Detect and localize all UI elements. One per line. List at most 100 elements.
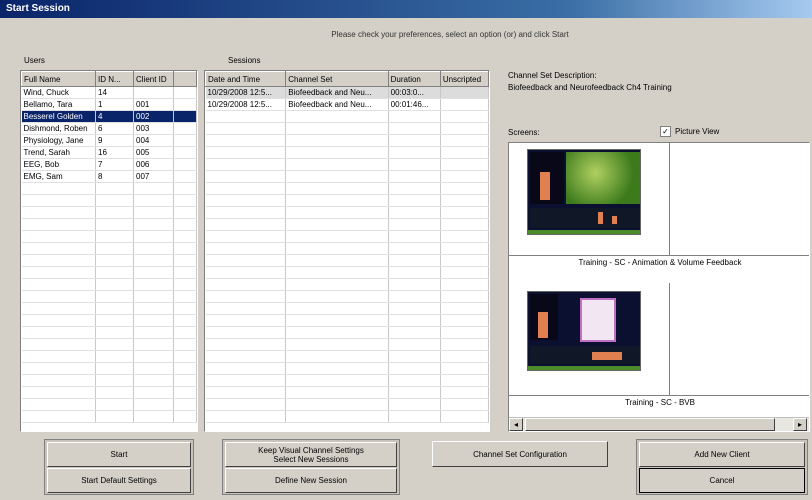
col-full-name[interactable]: Full Name — [21, 71, 96, 87]
sessions-table[interactable]: Date and Time Channel Set Duration Unscr… — [204, 70, 490, 432]
table-cell — [133, 182, 174, 195]
table-row[interactable] — [21, 410, 197, 423]
table-cell — [21, 410, 96, 423]
table-row[interactable]: Bellamo, Tara 1 001 — [21, 98, 197, 111]
table-row[interactable] — [21, 218, 197, 231]
scroll-thumb[interactable] — [525, 418, 775, 431]
cancel-button[interactable]: Cancel — [639, 468, 805, 493]
table-row[interactable] — [21, 338, 197, 351]
table-cell — [21, 194, 96, 207]
start-button[interactable]: Start — [47, 442, 191, 467]
start-default-settings-button[interactable]: Start Default Settings — [47, 468, 191, 493]
table-row[interactable] — [21, 266, 197, 279]
col-duration[interactable]: Duration — [387, 71, 441, 87]
table-row[interactable] — [21, 242, 197, 255]
table-cell — [95, 410, 134, 423]
table-cell — [205, 386, 287, 399]
table-row[interactable]: EMG, Sam 8 007 — [21, 170, 197, 183]
table-row[interactable] — [205, 290, 489, 303]
table-cell — [388, 338, 441, 351]
table-row[interactable] — [205, 278, 489, 291]
table-cell — [95, 242, 134, 255]
table-row[interactable] — [205, 182, 489, 195]
checkbox-box[interactable]: ✓ — [660, 126, 671, 137]
scroll-right-arrow[interactable]: ▸ — [793, 418, 807, 431]
picture-view-checkbox[interactable]: ✓ Picture View — [660, 126, 719, 137]
table-row[interactable] — [21, 290, 197, 303]
table-row[interactable]: EEG, Bob 7 006 — [21, 158, 197, 171]
table-row[interactable] — [21, 362, 197, 375]
table-row[interactable]: Wind, Chuck 14 — [21, 86, 197, 99]
table-row[interactable] — [205, 374, 489, 387]
table-row[interactable] — [21, 326, 197, 339]
col-date-time[interactable]: Date and Time — [205, 71, 287, 87]
table-row[interactable] — [205, 122, 489, 135]
table-row[interactable] — [205, 302, 489, 315]
add-new-client-button[interactable]: Add New Client — [639, 442, 805, 467]
table-row[interactable] — [205, 206, 489, 219]
col-unscripted[interactable]: Unscripted — [439, 71, 489, 87]
table-cell — [440, 242, 489, 255]
table-row[interactable] — [21, 398, 197, 411]
bottom-panel — [530, 208, 640, 228]
table-cell — [440, 98, 489, 111]
col-client-id[interactable]: Client ID — [133, 71, 174, 87]
table-row[interactable] — [205, 134, 489, 147]
table-row[interactable]: Dishmond, Roben 6 003 — [21, 122, 197, 135]
table-row[interactable] — [21, 230, 197, 243]
table-row[interactable]: Besserel Golden 4 002 — [21, 110, 197, 123]
col-channel-set[interactable]: Channel Set — [285, 71, 389, 87]
table-row[interactable] — [205, 194, 489, 207]
table-row[interactable] — [21, 254, 197, 267]
table-row[interactable] — [205, 326, 489, 339]
table-row[interactable] — [205, 362, 489, 375]
table-row[interactable] — [21, 278, 197, 291]
table-row[interactable] — [205, 170, 489, 183]
screen-divider — [669, 283, 670, 395]
channel-set-config-button[interactable]: Channel Set Configuration — [432, 441, 608, 467]
table-row[interactable] — [21, 386, 197, 399]
table-cell — [388, 206, 441, 219]
table-row[interactable] — [205, 146, 489, 159]
table-row[interactable]: Physiology, Jane 9 004 — [21, 134, 197, 147]
screen-thumbnail-1[interactable] — [527, 149, 641, 235]
horizontal-scrollbar[interactable]: ◂ ▸ — [509, 417, 809, 431]
table-row[interactable] — [205, 350, 489, 363]
client-button-group: Add New Client Cancel — [636, 439, 808, 495]
screen-thumbnail-2[interactable] — [527, 291, 641, 371]
table-row[interactable] — [21, 206, 197, 219]
table-row[interactable] — [21, 302, 197, 315]
table-cell — [440, 206, 489, 219]
table-row[interactable]: 10/29/2008 12:5... Biofeedback and Neu...… — [205, 98, 489, 111]
table-row[interactable] — [205, 266, 489, 279]
table-row[interactable] — [205, 386, 489, 399]
table-cell — [133, 290, 174, 303]
table-row[interactable] — [21, 182, 197, 195]
table-row[interactable] — [21, 194, 197, 207]
keep-visual-settings-button[interactable]: Keep Visual Channel Settings Select New … — [225, 442, 397, 467]
table-row[interactable] — [205, 338, 489, 351]
table-row[interactable] — [21, 350, 197, 363]
table-row[interactable] — [205, 410, 489, 423]
table-row[interactable] — [21, 314, 197, 327]
table-row[interactable] — [205, 254, 489, 267]
table-row[interactable] — [205, 218, 489, 231]
table-row[interactable] — [21, 374, 197, 387]
table-cell — [285, 194, 389, 207]
users-table[interactable]: Full Name ID N... Client ID Wind, Chuck 1… — [20, 70, 198, 432]
screens-preview[interactable]: Training - SC - Animation & Volume Feedb… — [508, 142, 810, 432]
table-row[interactable] — [205, 110, 489, 123]
table-row[interactable]: Trend, Sarah 16 005 — [21, 146, 197, 159]
scroll-left-arrow[interactable]: ◂ — [509, 418, 523, 431]
col-id[interactable]: ID N... — [95, 71, 134, 87]
table-row[interactable] — [205, 242, 489, 255]
table-cell — [21, 242, 96, 255]
table-row[interactable] — [205, 398, 489, 411]
table-row[interactable] — [205, 314, 489, 327]
define-new-session-button[interactable]: Define New Session — [225, 468, 397, 493]
table-row[interactable] — [205, 158, 489, 171]
table-row[interactable]: 10/29/2008 12:5... Biofeedback and Neu...… — [205, 86, 489, 99]
table-cell — [21, 290, 96, 303]
table-cell — [285, 230, 389, 243]
table-row[interactable] — [205, 230, 489, 243]
